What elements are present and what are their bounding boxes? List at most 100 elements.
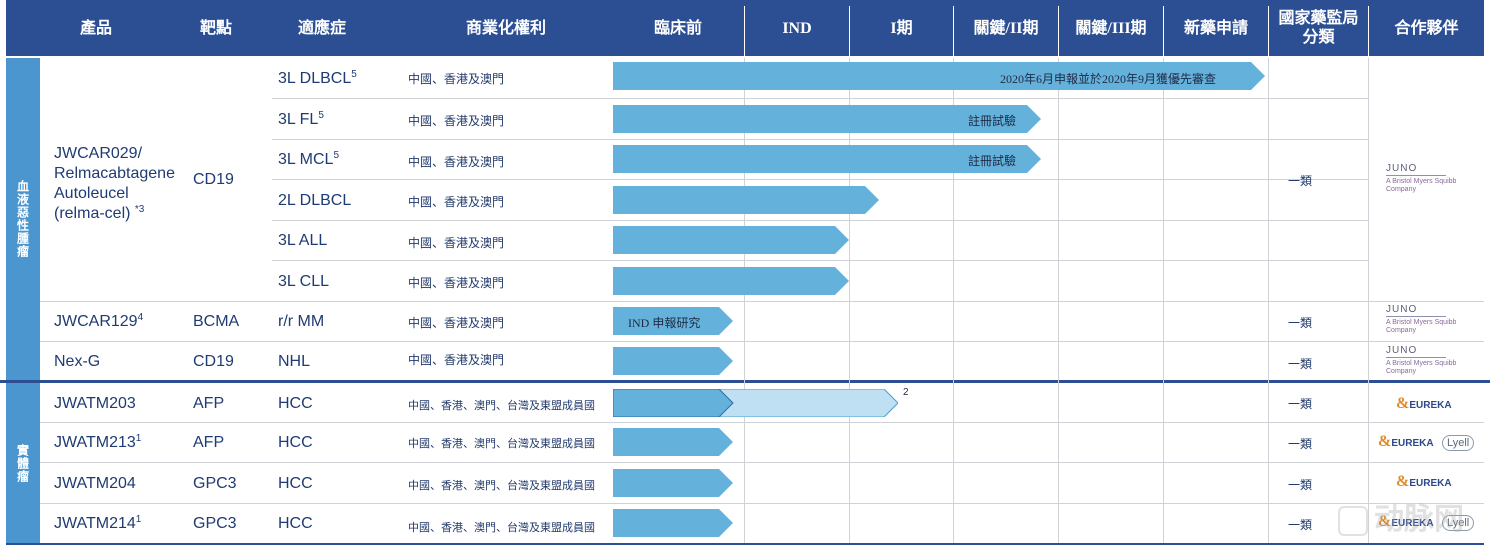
product-jwatm213: JWATM2131 [54,433,142,451]
rights-text: 中國、香港及澳門 [408,155,505,169]
progress-arrow-nex-g [613,347,733,375]
classification-relma-cel: 一類 [1288,174,1313,188]
classification-text: 一類 [1288,357,1313,371]
header-product: 產品 [79,19,112,37]
rights-text: 中國、香港及澳門 [408,276,505,290]
product-relma-cel: JWCAR029/ Relmacabtagene Autoleucel (rel… [54,144,175,226]
group-divider [0,380,1490,383]
header-nmpa-line2: 分類 [1302,29,1335,46]
rights-text: 中國、香港及澳門 [408,316,505,330]
indication-2l-dlbcl: 2L DLBCL [278,192,352,209]
header-nmpa-line1: 國家藥監局 [1278,10,1359,27]
watermark-logo: 动脉网 [1338,494,1464,538]
indication-3l-mcl: 3L MCL5 [278,150,339,168]
header-preclinical: 臨床前 [653,19,702,37]
indication-3l-fl: 3L FL5 [278,110,324,128]
rights-text: 中國、香港、澳門、台灣及東盟成員國 [408,480,595,492]
product-jwatm204: JWATM204 [54,475,136,492]
partner-logo-juno: JUNO A Bristol Myers Squibb Company [1386,304,1457,334]
product-name-line: (relma-cel) *3 [54,204,175,226]
progress-arrow-3l-all [613,226,849,254]
row-line [272,179,1368,180]
header-rights: 商業化權利 [465,19,546,37]
header-divider [1268,6,1269,56]
group-label-solid: 實體瘤 [6,383,40,543]
row-line [272,139,1368,140]
header-divider [1368,6,1369,56]
partner-logo-eureka-lyell: &EUREKA Lyell [1378,433,1475,451]
watermark-icon [1338,506,1368,537]
header-phase3: 關鍵/III期 [1075,19,1147,37]
progress-arrow-3l-cll [613,267,849,295]
rights-text: 中國、香港、澳門、台灣及東盟成員國 [408,438,595,450]
header-divider [1058,6,1059,56]
indication-3l-cll: 3L CLL [278,273,329,290]
header-divider [1163,6,1164,56]
target-relma-cel: CD19 [193,171,234,188]
arrow-note: 註冊試驗 [968,114,1017,128]
product-name-text: (relma-cel) [54,205,131,222]
col-line [1163,58,1164,543]
indication-text: HCC [278,395,313,412]
indication-text: HCC [278,475,313,492]
target-text: BCMA [193,313,240,330]
col-line [1268,58,1269,543]
table-bottom-line [6,543,1484,545]
footnote-mark: 2 [903,387,909,398]
classification-text: 一類 [1288,437,1313,451]
partner-logo-lyell: Lyell [1442,435,1475,451]
rights-text: 中國、香港、澳門、台灣及東盟成員國 [408,522,595,534]
classification-text: 一類 [1288,316,1313,330]
arrow-note: 2020年6月申報並於2020年9月獲優先審查 [1000,72,1217,86]
partner-logo-eureka: &EUREKA [1396,395,1452,412]
target-text: GPC3 [193,515,237,532]
classification-text: 一類 [1288,518,1313,532]
indication-3l-all: 3L ALL [278,232,328,249]
product-name-line: JWCAR029/ [54,145,143,162]
product-name-line: Relmacabtagene [54,165,175,182]
header-phase2: 關鍵/II期 [973,19,1039,37]
progress-arrow-jwatm214 [613,509,733,537]
arrow-note: 註冊試驗 [968,154,1017,168]
product-nex-g: Nex-G [54,353,101,370]
row-line [272,98,1368,99]
rights-text: 中國、香港及澳門 [408,114,505,128]
header-indication: 適應症 [297,19,346,37]
rights-text: 中國、香港及澳門 [408,353,505,367]
indication-text: NHL [278,353,311,370]
target-text: AFP [193,434,225,451]
partner-logo-juno: JUNO A Bristol Myers Squibb Company [1386,345,1457,375]
header-nda: 新藥申請 [1183,19,1248,37]
progress-arrow-2l-dlbcl [613,186,879,214]
rights-text: 中國、香港及澳門 [408,72,505,86]
classification-text: 一類 [1288,478,1313,492]
target-text: GPC3 [193,475,237,492]
header-divider [953,6,954,56]
row-line [272,260,1368,261]
header-divider [849,6,850,56]
product-jwatm203: JWATM203 [54,395,136,412]
rights-text: 中國、香港及澳門 [408,195,505,209]
indication-text: HCC [278,434,313,451]
rights-text: 中國、香港及澳門 [408,236,505,250]
header-phase1: I期 [890,19,913,37]
progress-arrow-jwatm213 [613,428,733,456]
product-jwatm214: JWATM2141 [54,514,142,532]
header-target: 靶點 [199,19,232,37]
header-divider [744,6,745,56]
col-line [1058,58,1059,543]
progress-arrow-jwatm203 [613,389,898,417]
indication-text: HCC [278,515,313,532]
progress-arrow-jwatm204 [613,469,733,497]
product-name-line: Autoleucel [54,185,129,202]
eureka-ampersand-icon: & [1396,395,1410,412]
partner-logo-eureka: &EUREKA [1396,473,1452,490]
product-jwcar129: JWCAR1294 [54,312,144,330]
arrow-note: IND 申報研究 [628,316,701,330]
indication-text: r/r MM [278,313,325,330]
indication-3l-dlbcl: 3L DLBCL5 [278,69,357,87]
col-line [1368,58,1369,543]
row-line [272,220,1368,221]
header-nmpa-class: 國家藥監局 分類 [1269,0,1368,56]
rights-text: 中國、香港、澳門、台灣及東盟成員國 [408,400,595,412]
